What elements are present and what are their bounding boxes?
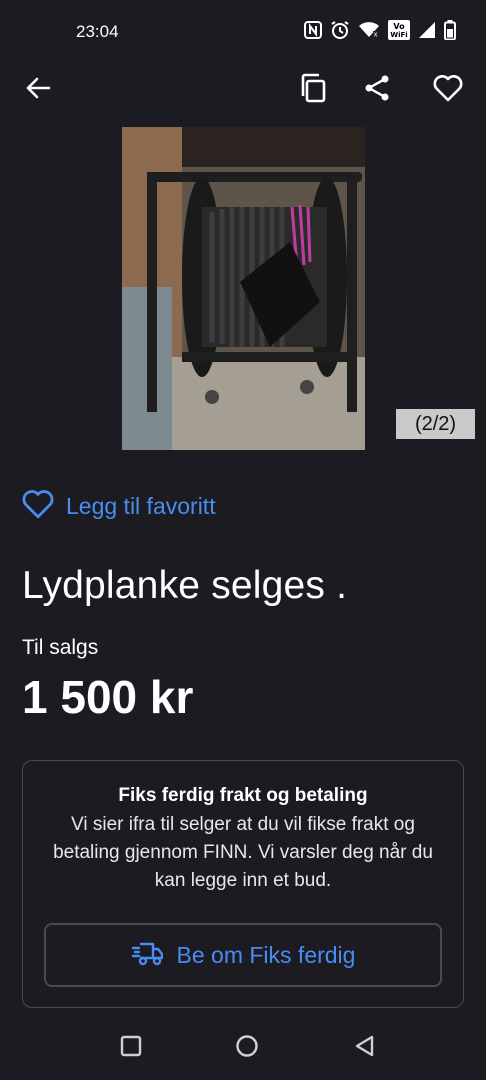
- back-button[interactable]: [20, 72, 56, 108]
- shipping-payment-card: Fiks ferdig frakt og betaling Vi sier if…: [22, 760, 464, 1008]
- listing-price: 1 500 kr: [22, 671, 194, 723]
- svg-text:Vo: Vo: [393, 22, 405, 31]
- status-time: 23:04: [76, 22, 119, 41]
- card-title: Fiks ferdig frakt og betaling: [118, 785, 368, 806]
- add-favorite-button[interactable]: Legg til favoritt: [22, 489, 216, 524]
- share-icon: [363, 74, 391, 107]
- share-button[interactable]: [359, 72, 395, 108]
- request-fiks-ferdig-label: Be om Fiks ferdig: [176, 941, 356, 968]
- back-triangle-icon: [353, 1034, 375, 1063]
- vowifi-icon: Vo WiFi: [388, 20, 410, 40]
- sale-type-label: Til salgs: [22, 636, 99, 659]
- nfc-icon: [304, 21, 322, 39]
- svg-text:x: x: [374, 31, 378, 39]
- top-app-bar: [0, 64, 486, 116]
- svg-text:WiFi: WiFi: [390, 31, 407, 39]
- signal-icon: [418, 21, 436, 39]
- recents-button[interactable]: [117, 1034, 145, 1062]
- arrow-left-icon: [25, 75, 51, 106]
- request-fiks-ferdig-button[interactable]: Be om Fiks ferdig: [44, 923, 442, 987]
- cable-reel-photo: [122, 127, 365, 450]
- wifi-icon: x: [358, 21, 380, 39]
- card-description: Vi sier ifra til selger at du vil fikse …: [53, 814, 433, 891]
- favorite-toolbar-button[interactable]: [430, 72, 466, 108]
- image-counter: (2/2): [396, 409, 475, 439]
- delivery-truck-icon: [131, 939, 163, 972]
- battery-icon: [444, 20, 456, 40]
- system-nav-bar: [0, 1016, 486, 1080]
- listing-title: Lydplanke selges .: [22, 564, 348, 607]
- heart-outline-icon: [433, 74, 463, 107]
- add-favorite-label: Legg til favoritt: [66, 493, 216, 519]
- home-button[interactable]: [233, 1034, 261, 1062]
- heart-outline-icon: [22, 489, 54, 524]
- status-icons: x Vo WiFi: [304, 20, 456, 40]
- recents-square-icon: [120, 1035, 142, 1062]
- home-circle-icon: [235, 1034, 259, 1063]
- listing-photo[interactable]: [122, 127, 365, 450]
- alarm-icon: [330, 20, 350, 40]
- nav-back-button[interactable]: [350, 1034, 378, 1062]
- copy-icon: [299, 73, 327, 108]
- status-bar: 23:04 x Vo WiFi: [0, 0, 486, 64]
- copy-button[interactable]: [295, 72, 331, 108]
